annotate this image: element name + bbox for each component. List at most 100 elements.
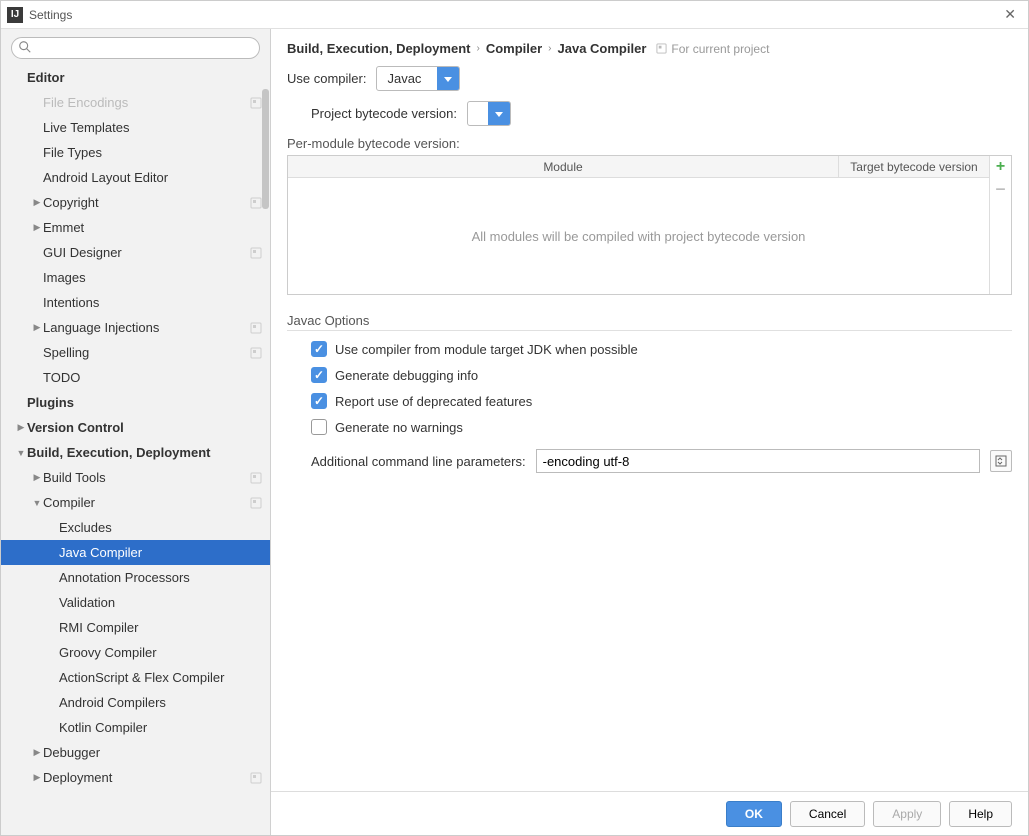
chevron-right-icon: ▶ — [31, 197, 43, 208]
sidebar-item[interactable]: Annotation Processors — [1, 565, 270, 590]
chevron-right-icon: ▶ — [31, 472, 43, 483]
chevron-right-icon: › — [548, 43, 551, 54]
checkbox-debug-info[interactable] — [311, 367, 327, 383]
sidebar-item[interactable]: ▶Copyright — [1, 190, 270, 215]
project-bytecode-combo[interactable] — [467, 101, 511, 126]
module-table-empty: All modules will be compiled with projec… — [288, 178, 989, 294]
checkbox-row-target-jdk[interactable]: Use compiler from module target JDK when… — [287, 341, 1012, 357]
project-icon — [250, 322, 262, 334]
chevron-down-icon[interactable] — [488, 102, 510, 125]
checkbox-row-no-warnings[interactable]: Generate no warnings — [287, 419, 1012, 435]
sidebar-item[interactable]: Excludes — [1, 515, 270, 540]
sidebar-item-label: Language Injections — [43, 320, 250, 335]
sidebar-item[interactable]: ▶Build Tools — [1, 465, 270, 490]
col-target: Target bytecode version — [839, 156, 989, 177]
window-title: Settings — [29, 8, 72, 22]
sidebar-item-label: Build, Execution, Deployment — [27, 445, 262, 460]
crumb-3: Java Compiler — [558, 41, 647, 56]
help-button[interactable]: Help — [949, 801, 1012, 827]
sidebar-item[interactable]: GUI Designer — [1, 240, 270, 265]
close-icon[interactable]: ✕ — [998, 6, 1022, 23]
sidebar-item-label: GUI Designer — [43, 245, 250, 260]
checkbox-row-deprecated[interactable]: Report use of deprecated features — [287, 393, 1012, 409]
chevron-down-icon: ▼ — [31, 498, 43, 508]
sidebar-item-label: Java Compiler — [59, 545, 262, 560]
sidebar-item[interactable]: Java Compiler — [1, 540, 270, 565]
sidebar-item[interactable]: Android Compilers — [1, 690, 270, 715]
params-input[interactable] — [536, 449, 980, 473]
breadcrumb: Build, Execution, Deployment › Compiler … — [271, 29, 1028, 66]
sidebar-item-label: Android Layout Editor — [43, 170, 262, 185]
chevron-down-icon[interactable] — [437, 67, 459, 90]
project-icon — [250, 97, 262, 109]
sidebar-item-label: Android Compilers — [59, 695, 262, 710]
sidebar-item-label: Compiler — [43, 495, 250, 510]
sidebar-item-label: File Encodings — [43, 95, 250, 110]
sidebar-item[interactable]: Kotlin Compiler — [1, 715, 270, 740]
scrollbar-thumb[interactable] — [262, 89, 269, 209]
app-icon: IJ — [7, 7, 23, 23]
sidebar-item-label: Images — [43, 270, 262, 285]
sidebar-item[interactable]: RMI Compiler — [1, 615, 270, 640]
scope-badge: For current project — [656, 42, 769, 56]
sidebar-item-label: Copyright — [43, 195, 250, 210]
sidebar-item-label: Validation — [59, 595, 262, 610]
crumb-1: Build, Execution, Deployment — [287, 41, 470, 56]
apply-button[interactable]: Apply — [873, 801, 941, 827]
sidebar-item-label: Emmet — [43, 220, 262, 235]
main-panel: Use compiler: Javac Project bytecode ver… — [271, 66, 1028, 791]
search-icon — [18, 40, 32, 54]
sidebar-item-label: Groovy Compiler — [59, 645, 262, 660]
sidebar-item-label: ActionScript & Flex Compiler — [59, 670, 262, 685]
add-module-button[interactable]: + — [990, 156, 1011, 178]
use-compiler-combo[interactable]: Javac — [376, 66, 460, 91]
sidebar-item[interactable]: ActionScript & Flex Compiler — [1, 665, 270, 690]
sidebar-item-label: Deployment — [43, 770, 250, 785]
javac-options-title: Javac Options — [287, 313, 1012, 331]
sidebar-item[interactable]: Spelling — [1, 340, 270, 365]
params-label: Additional command line parameters: — [311, 454, 526, 469]
cancel-button[interactable]: Cancel — [790, 801, 865, 827]
sidebar-item[interactable]: File Encodings — [1, 90, 270, 115]
chevron-down-icon: ▼ — [15, 448, 27, 458]
sidebar-item[interactable]: Live Templates — [1, 115, 270, 140]
project-icon — [250, 347, 262, 359]
sidebar-item[interactable]: ▶Version Control — [1, 415, 270, 440]
chevron-right-icon: ▶ — [31, 747, 43, 758]
module-table: Module Target bytecode version All modul… — [287, 155, 1012, 295]
checkbox-no-warnings[interactable] — [311, 419, 327, 435]
sidebar-item-label: Annotation Processors — [59, 570, 262, 585]
sidebar-item-label: Debugger — [43, 745, 262, 760]
sidebar-item[interactable]: ▶Deployment — [1, 765, 270, 790]
sidebar-item[interactable]: ▼Compiler — [1, 490, 270, 515]
sidebar-item[interactable]: File Types — [1, 140, 270, 165]
checkbox-deprecated[interactable] — [311, 393, 327, 409]
sidebar-item[interactable]: TODO — [1, 365, 270, 390]
project-icon — [250, 497, 262, 509]
search-input[interactable] — [11, 37, 260, 59]
chevron-right-icon: › — [476, 43, 479, 54]
expand-params-button[interactable] — [990, 450, 1012, 472]
project-bytecode-label: Project bytecode version: — [311, 106, 457, 121]
checkbox-row-debug-info[interactable]: Generate debugging info — [287, 367, 1012, 383]
per-module-label: Per-module bytecode version: — [287, 136, 1012, 151]
plus-icon: + — [996, 158, 1005, 176]
project-icon — [250, 197, 262, 209]
sidebar-item[interactable]: Images — [1, 265, 270, 290]
sidebar-item[interactable]: ▶Emmet — [1, 215, 270, 240]
sidebar-item[interactable]: ▼Build, Execution, Deployment — [1, 440, 270, 465]
sidebar-item[interactable]: Groovy Compiler — [1, 640, 270, 665]
sidebar-item-label: Intentions — [43, 295, 262, 310]
remove-module-button[interactable]: − — [990, 178, 1011, 200]
sidebar-item[interactable]: Editor — [1, 65, 270, 90]
sidebar-item-label: Spelling — [43, 345, 250, 360]
crumb-2: Compiler — [486, 41, 542, 56]
sidebar-item[interactable]: Android Layout Editor — [1, 165, 270, 190]
sidebar-item[interactable]: Intentions — [1, 290, 270, 315]
sidebar-item[interactable]: ▶Language Injections — [1, 315, 270, 340]
ok-button[interactable]: OK — [726, 801, 782, 827]
checkbox-target-jdk[interactable] — [311, 341, 327, 357]
sidebar-item[interactable]: Validation — [1, 590, 270, 615]
sidebar-item[interactable]: ▶Debugger — [1, 740, 270, 765]
sidebar-item[interactable]: Plugins — [1, 390, 270, 415]
